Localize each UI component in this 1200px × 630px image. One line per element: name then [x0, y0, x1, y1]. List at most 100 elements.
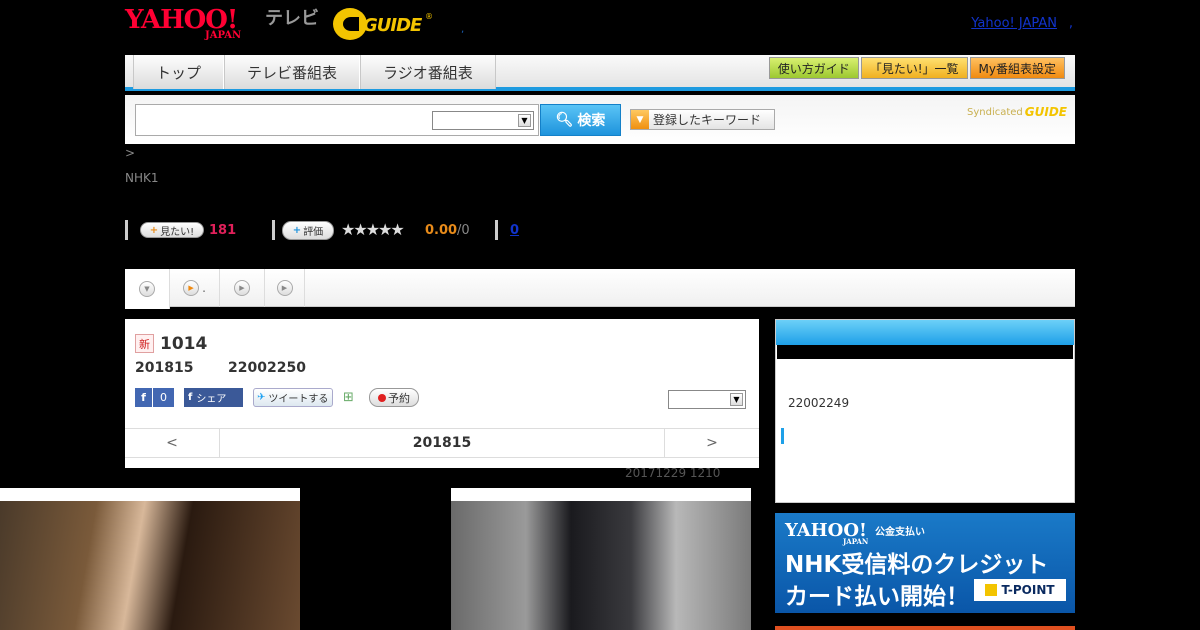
program-photo-1[interactable]: [0, 488, 300, 630]
want-to-watch-label: 見たい!: [160, 226, 195, 238]
star-rating: ★★★★★: [341, 220, 405, 239]
divider: [125, 220, 128, 240]
divider: [272, 220, 275, 240]
tpoint-icon: [985, 584, 998, 596]
search-bar: ▼ 🔍︎ 検索 ▼ 登録したキーワード Syndicated GUIDE: [125, 95, 1075, 144]
banner-public-payment: 公金支払い: [875, 527, 925, 538]
nav-tab-top[interactable]: トップ: [133, 55, 225, 89]
gguide-small-logo-text: GUIDE: [1024, 105, 1067, 119]
header-separator: ,: [461, 24, 465, 35]
gguide-logo[interactable]: GUIDE ®: [333, 6, 433, 42]
search-category-select[interactable]: ▼: [432, 111, 534, 130]
rate-button-label: 評価: [303, 227, 324, 238]
detail-tabstrip: ▼ ▶ . ▶ ▶: [125, 269, 1075, 309]
search-button[interactable]: 🔍︎ 検索: [540, 104, 621, 136]
search-icon: 🔍︎: [555, 112, 574, 128]
twitter-bird-icon: ✈: [257, 392, 266, 403]
saved-keywords-button[interactable]: ▼ 登録したキーワード: [630, 109, 775, 130]
rating-score: 0.00: [425, 223, 458, 238]
header-link-separator: ,: [1068, 16, 1073, 31]
facebook-like-count: 0: [160, 391, 167, 404]
social-buttons: f 0 f シェア ✈ ツイートする ⊞ 予約: [135, 388, 419, 407]
reserve-label: 予約: [388, 391, 410, 405]
japan-logo-text: JAPAN: [205, 30, 242, 41]
tab-4[interactable]: ▶: [265, 269, 305, 307]
photo-image: [0, 501, 300, 630]
reserve-button[interactable]: 予約: [369, 388, 419, 407]
program-date: 201815: [135, 360, 194, 376]
play-icon: ▶: [276, 280, 293, 296]
syndicated-gguide-logo: Syndicated GUIDE: [967, 105, 1067, 119]
banner-headline-2: カード払い開始！: [785, 584, 969, 610]
plus-icon: +: [292, 225, 302, 236]
channel-name: NHK1: [125, 171, 159, 185]
nav-tab-radio-listings[interactable]: ラジオ番組表: [360, 55, 496, 89]
sidebar-accent-bar: [781, 428, 784, 444]
next-date-button[interactable]: >: [664, 429, 759, 457]
tweet-label: ツイートする: [268, 394, 329, 405]
want-to-watch-button[interactable]: + 見たい!: [140, 222, 204, 238]
want-to-watch-count: 181: [209, 223, 237, 238]
updated-timestamp: 20171229 1210: [625, 466, 721, 480]
new-badge: 新: [135, 334, 154, 353]
registered-mark: ®: [425, 12, 433, 21]
usage-guide-button[interactable]: 使い方ガイド: [768, 57, 859, 79]
tab-1[interactable]: ▼: [125, 269, 170, 309]
program-select[interactable]: ▼: [668, 390, 746, 409]
nav-tab-tv-listings[interactable]: テレビ番組表: [224, 55, 361, 89]
tweet-button[interactable]: ✈ ツイートする: [253, 388, 333, 407]
play-icon: ▶: [234, 280, 250, 296]
banner-headline-1: NHK受信料のクレジット: [785, 552, 1049, 578]
sidebar-program-code: 22002249: [788, 396, 850, 410]
prev-date-button[interactable]: <: [125, 429, 220, 457]
current-date: 201815: [412, 435, 472, 451]
tab-2[interactable]: ▶ .: [170, 269, 220, 307]
facebook-like-button[interactable]: f 0: [135, 388, 174, 407]
breadcrumb[interactable]: >: [125, 146, 135, 160]
gguide-logo-text: GUIDE: [363, 15, 422, 36]
rating-row: + 見たい! 181 + 評価 ★★★★★ 0.00 /0 0: [125, 220, 625, 240]
my-listings-settings-button[interactable]: My番組表設定: [969, 57, 1065, 79]
tab-2-label: .: [202, 281, 206, 295]
search-button-label: 検索: [577, 113, 606, 129]
next-banner-edge: [775, 626, 1075, 630]
syndicated-text: Syndicated: [967, 106, 1023, 118]
record-dot-icon: [378, 393, 386, 402]
tab-3[interactable]: ▶: [220, 269, 265, 307]
watchlist-button[interactable]: 「見たい!」一覧: [860, 57, 968, 79]
yahoo-japan-link[interactable]: Yahoo! JAPAN: [971, 16, 1057, 31]
triangle-down-icon: ▼: [631, 110, 649, 129]
rate-button[interactable]: + 評価: [282, 221, 334, 240]
chevron-down-icon: ▼: [730, 393, 743, 406]
saved-keywords-label: 登録したキーワード: [653, 113, 762, 127]
site-header: YAHOO! JAPAN テレビ GUIDE ® , Yahoo! JAPAN …: [125, 0, 1075, 52]
program-title: 1014: [160, 334, 208, 354]
date-navigation: < 201815 >: [125, 428, 759, 458]
main-nav: トップ テレビ番組表 ラジオ番組表 使い方ガイド 「見たい!」一覧 My番組表設…: [125, 55, 1075, 91]
facebook-icon: f: [188, 392, 193, 403]
chevron-down-icon: ▼: [139, 281, 155, 297]
gguide-g-icon: [333, 8, 367, 40]
nav-tabs: トップ テレビ番組表 ラジオ番組表: [133, 55, 496, 89]
program-photo-2[interactable]: [451, 488, 751, 630]
tv-logo-text[interactable]: テレビ: [265, 8, 319, 30]
yahoo-japan-logo[interactable]: YAHOO! JAPAN: [125, 6, 261, 42]
play-icon: ▶: [183, 280, 200, 296]
nhk-credit-banner[interactable]: YAHOO! JAPAN 公金支払い NHK受信料のクレジット カード払い開始！…: [775, 513, 1075, 613]
facebook-share-button[interactable]: f シェア: [184, 388, 243, 407]
tpoint-badge: T-POINT: [974, 579, 1066, 601]
divider: [495, 220, 498, 240]
photo-image: [451, 501, 751, 630]
tpoint-label: T-POINT: [1001, 583, 1055, 597]
gift-icon[interactable]: ⊞: [343, 390, 359, 406]
program-code: 22002250: [228, 360, 306, 376]
sidebar-box: 22002249: [775, 319, 1075, 503]
review-count-link[interactable]: 0: [510, 223, 519, 238]
rating-count: /0: [457, 223, 470, 238]
plus-icon: +: [149, 224, 159, 236]
facebook-icon: f: [135, 388, 153, 407]
sidebar-subheader: [777, 345, 1073, 359]
sidebar-header: [776, 320, 1074, 345]
nav-buttons: 使い方ガイド 「見たい!」一覧 My番組表設定: [768, 57, 1065, 79]
chevron-down-icon: ▼: [518, 114, 531, 127]
